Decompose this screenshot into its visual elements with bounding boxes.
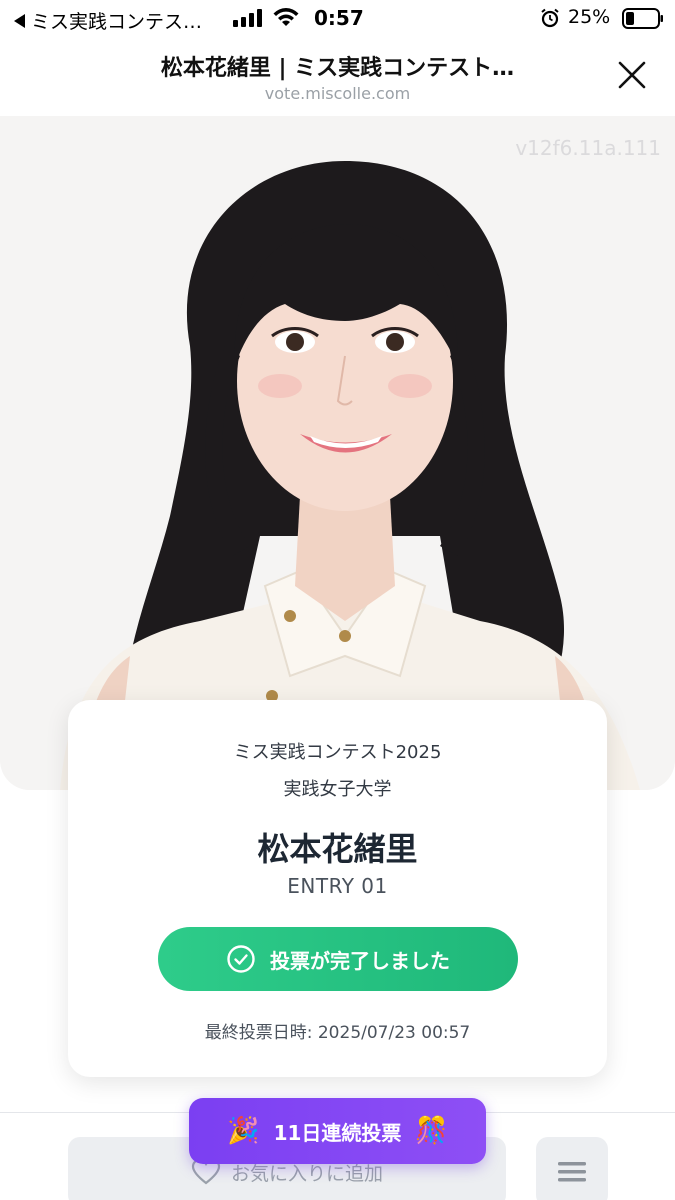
status-bar: ミス実践コンテス… 0:57 25% [0,0,675,38]
wifi-icon [273,8,299,26]
vote-complete-button[interactable]: 投票が完了しました [158,927,518,991]
back-app-label: ミス実践コンテス… [31,11,203,33]
menu-button[interactable] [536,1137,608,1200]
browser-header: 松本花緒里 | ミス実践コンテスト… vote.miscolle.com [0,38,675,116]
streak-label: 11日連続投票 [273,1120,402,1145]
streak-badge: 🎉 11日連続投票 🎊 [189,1098,486,1164]
university-name: 実践女子大学 [283,779,392,800]
entry-number: ENTRY 01 [287,874,388,898]
candidate-card: ミス実践コンテスト2025 実践女子大学 松本花緒里 ENTRY 01 投票が完… [68,700,607,1077]
portrait-illustration [0,116,675,790]
party-popper-icon: 🎉 [227,1116,260,1146]
vote-status-label: 投票が完了しました [270,948,450,973]
back-arrow-icon [14,13,25,28]
photo-watermark: v12f6.11a.111 [515,136,661,160]
close-icon[interactable] [617,60,647,90]
back-to-app-link[interactable]: ミス実践コンテス… [14,7,202,34]
status-time: 0:57 [314,6,364,30]
signal-icon [233,9,262,27]
candidate-name: 松本花緒里 [257,830,418,868]
page-title: 松本花緒里 | ミス実践コンテスト… [160,56,515,81]
battery-percentage: 25% [568,6,611,28]
check-circle-icon [227,945,255,973]
last-vote-datetime: 最終投票日時: 2025/07/23 00:57 [204,1023,471,1043]
battery-icon [622,8,663,29]
confetti-ball-icon: 🎊 [415,1116,448,1146]
candidate-photo: v12f6.11a.111 v12f6.11a.111 [0,116,675,790]
contest-name: ミス実践コンテスト2025 [233,742,442,763]
page-url: vote.miscolle.com [264,84,411,103]
menu-icon [558,1162,586,1182]
alarm-icon [541,8,559,28]
